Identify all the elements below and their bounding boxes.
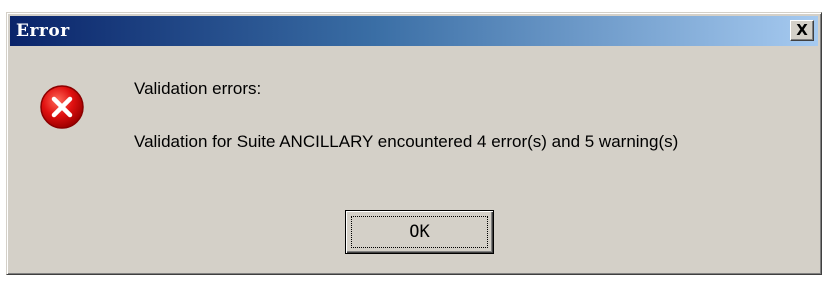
- ok-button[interactable]: OK: [345, 210, 494, 254]
- window-title: Error: [16, 21, 70, 41]
- error-icon: [40, 85, 84, 129]
- title-bar[interactable]: Error X: [10, 16, 818, 46]
- message-heading: Validation errors:: [134, 79, 262, 98]
- close-icon: X: [796, 21, 808, 39]
- close-button[interactable]: X: [790, 20, 814, 41]
- ok-button-label: OK: [409, 222, 430, 242]
- message-body: Validation for Suite ANCILLARY encounter…: [134, 132, 679, 151]
- error-dialog: Error X Validation errors: Validation fo…: [6, 12, 822, 275]
